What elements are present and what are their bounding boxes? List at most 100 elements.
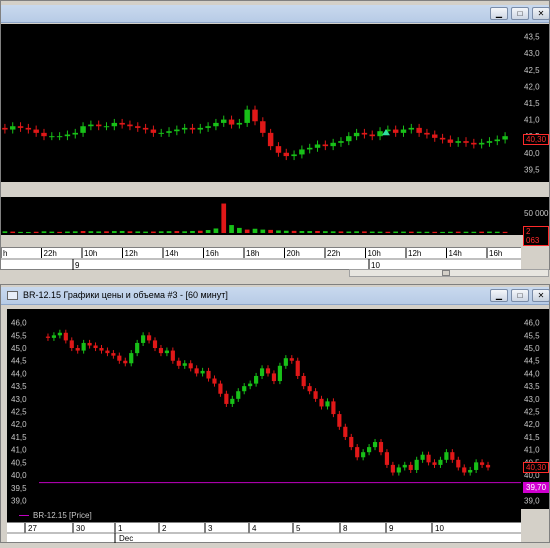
volume-bar [432, 231, 438, 233]
chart-window-bottom: BR-12.15 Графики цены и объема #3 - [60 … [0, 284, 550, 543]
legend-swatch [19, 515, 29, 516]
time-label: 14h [165, 249, 178, 258]
candle-up [277, 362, 282, 385]
candle-up [111, 118, 118, 131]
candle-down [271, 370, 277, 385]
close-button[interactable]: ✕ [532, 7, 550, 20]
candle-down [158, 344, 164, 357]
candle-up [283, 355, 288, 369]
axis-tick-label: 42,5 [524, 66, 540, 75]
axis-tick-label: 43,0 [11, 395, 27, 404]
volume-chart-top[interactable] [1, 197, 521, 235]
candle-down [17, 122, 24, 132]
restore-button[interactable]: □ [511, 289, 529, 302]
candle-up [259, 365, 265, 380]
candle-down [260, 117, 266, 137]
price-chart-bottom[interactable] [39, 309, 521, 509]
volume-bar [494, 231, 500, 233]
candle-up [438, 456, 443, 468]
candle-down [361, 128, 368, 139]
axis-tick-label: 43,5 [524, 382, 540, 391]
volume-bar [369, 231, 375, 233]
axis-tick-label: 44,5 [11, 357, 27, 366]
candle-down [479, 459, 485, 468]
candle-up [197, 123, 204, 134]
minimize-button[interactable]: ▁ [490, 7, 508, 20]
candle-down [170, 347, 175, 364]
candle-down [41, 128, 47, 141]
volume-bar [49, 231, 55, 233]
candle-up [9, 122, 16, 134]
volume-bar [96, 231, 102, 233]
candle-up [221, 115, 227, 127]
axis-tick-label: 43,0 [524, 395, 540, 404]
window-titlebar[interactable]: BR-12.15 Графики цены и объема #3 - [60 … [1, 287, 550, 305]
candle-down [127, 120, 133, 131]
volume-bar [26, 231, 31, 233]
candle-up [338, 137, 344, 147]
volume-bar [237, 227, 242, 233]
volume-bar [338, 231, 344, 233]
axis-tick-label: 44,0 [11, 369, 27, 378]
candle-up [330, 138, 336, 151]
time-label: 16h [206, 249, 219, 258]
close-button[interactable]: ✕ [532, 289, 550, 302]
candle-down [99, 344, 104, 354]
window-titlebar[interactable]: ▁ □ ✕ [1, 5, 550, 23]
candle-down [432, 459, 437, 468]
candlestick-plot [2, 105, 508, 161]
window-title: BR-12.15 Графики цены и объема #3 - [60 … [23, 290, 228, 300]
candle-up [166, 127, 172, 137]
axis-tick-label: 42,0 [11, 420, 27, 429]
axis-tick-label: 43,5 [11, 382, 27, 391]
candle-down [212, 375, 217, 387]
volume-bar [127, 231, 133, 233]
minimize-button[interactable]: ▁ [490, 289, 508, 302]
candle-down [432, 130, 438, 142]
volume-bar [299, 231, 305, 233]
volume-bar [268, 229, 273, 233]
volume-bar [346, 231, 352, 233]
restore-button[interactable]: □ [511, 7, 529, 20]
axis-tick-label: 40,5 [11, 458, 27, 467]
time-label: 12h [125, 249, 138, 258]
volume-bar [72, 231, 78, 233]
axis-tick-label: 40,0 [524, 149, 540, 158]
axis-tick-label: 42,5 [11, 408, 27, 417]
volume-bar [18, 231, 23, 233]
candle-down [2, 123, 8, 134]
axis-tick-label: 39,5 [11, 484, 27, 493]
volume-bar [119, 230, 125, 233]
horizontal-scrollbar[interactable] [349, 269, 549, 277]
volume-bar [158, 231, 164, 233]
volume-bar [393, 231, 399, 233]
time-label: 12h [408, 249, 421, 258]
day-label: 10 [435, 524, 444, 533]
price-chart-top[interactable] [1, 24, 521, 182]
axis-tick-label: 41,5 [11, 433, 27, 442]
candle-down [283, 148, 289, 161]
candle-down [75, 344, 80, 354]
candle-down [390, 461, 395, 476]
candle-down [194, 365, 199, 377]
volume-bar [471, 231, 477, 233]
axis-tick-label: 42,5 [524, 408, 540, 417]
candle-down [416, 123, 422, 137]
candle-up [103, 122, 110, 131]
volume-bar [111, 231, 117, 233]
day-label: 3 [208, 524, 213, 533]
axis-tick-label: 42,0 [524, 82, 540, 91]
candle-down [337, 411, 342, 430]
chart-window-top: ▁ □ ✕ 43,543,042,542,041,541,040,540,039… [0, 0, 550, 277]
scrollbar-thumb[interactable] [442, 270, 450, 276]
candle-up [420, 451, 425, 463]
axis-tick-label: 46,0 [524, 319, 540, 328]
time-label: 10h [368, 249, 381, 258]
axis-tick-label: 45,0 [11, 344, 27, 353]
candle-down [369, 130, 375, 141]
volume-bar [143, 231, 148, 233]
horizontal-line-tag: 39,70 [523, 482, 550, 493]
candle-up [494, 135, 501, 146]
candle-down [462, 464, 467, 476]
volume-bar [307, 231, 313, 233]
